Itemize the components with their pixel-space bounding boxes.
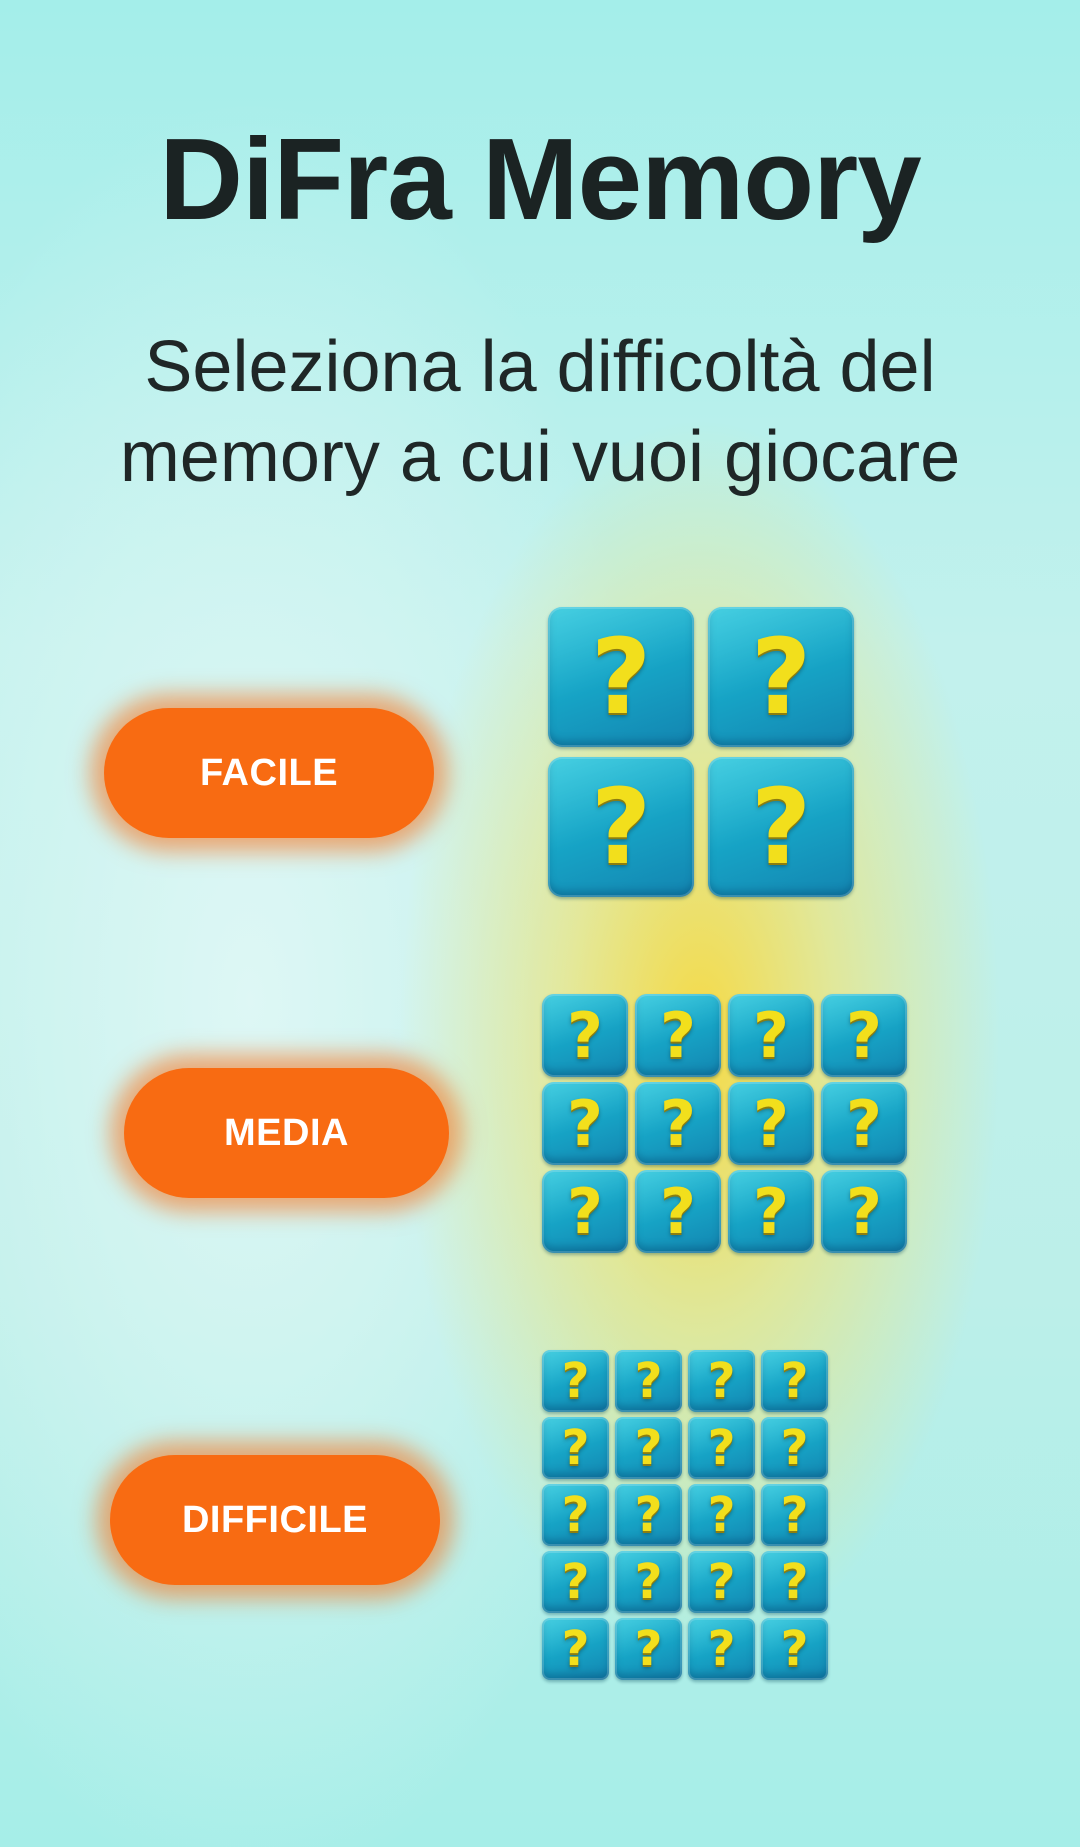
memory-card: ? <box>821 994 907 1077</box>
question-mark-icon: ? <box>750 766 812 888</box>
memory-card: ? <box>542 1082 628 1165</box>
question-mark-icon: ? <box>660 1086 696 1160</box>
question-mark-icon: ? <box>780 1487 809 1543</box>
question-mark-icon: ? <box>846 998 882 1072</box>
question-mark-icon: ? <box>567 1174 603 1248</box>
memory-card: ? <box>761 1551 828 1613</box>
app-title: DiFra Memory <box>159 114 922 244</box>
question-mark-icon: ? <box>753 1174 789 1248</box>
memory-card: ? <box>688 1618 755 1680</box>
memory-card: ? <box>821 1170 907 1253</box>
question-mark-icon: ? <box>567 998 603 1072</box>
question-mark-icon: ? <box>634 1487 663 1543</box>
question-mark-icon: ? <box>590 616 652 738</box>
memory-card: ? <box>548 757 694 897</box>
question-mark-icon: ? <box>561 1554 590 1610</box>
subtitle-line-2: memory a cui vuoi giocare <box>119 417 961 497</box>
memory-card: ? <box>615 1484 682 1546</box>
question-mark-icon: ? <box>590 766 652 888</box>
question-mark-icon: ? <box>780 1420 809 1476</box>
question-mark-icon: ? <box>634 1420 663 1476</box>
question-mark-icon: ? <box>753 1086 789 1160</box>
memory-card: ? <box>761 1484 828 1546</box>
media-button[interactable]: MEDIA <box>124 1068 449 1198</box>
facile-button[interactable]: FACILE <box>104 708 434 838</box>
question-mark-icon: ? <box>707 1353 736 1409</box>
question-mark-icon: ? <box>561 1420 590 1476</box>
question-mark-icon: ? <box>780 1621 809 1677</box>
question-mark-icon: ? <box>750 616 812 738</box>
facile-card-grid: ???? <box>548 607 854 897</box>
memory-card: ? <box>688 1350 755 1412</box>
question-mark-icon: ? <box>561 1353 590 1409</box>
question-mark-icon: ? <box>846 1174 882 1248</box>
difficile-button[interactable]: DIFFICILE <box>110 1455 440 1585</box>
memory-card: ? <box>542 1170 628 1253</box>
memory-card: ? <box>542 1484 609 1546</box>
subtitle: Seleziona la difficoltà del memory a cui… <box>60 322 1020 502</box>
memory-card: ? <box>615 1417 682 1479</box>
memory-card: ? <box>635 1170 721 1253</box>
question-mark-icon: ? <box>707 1621 736 1677</box>
memory-card: ? <box>761 1350 828 1412</box>
memory-card: ? <box>542 1551 609 1613</box>
question-mark-icon: ? <box>780 1353 809 1409</box>
question-mark-icon: ? <box>660 1174 696 1248</box>
media-card-grid: ???????????? <box>542 994 907 1253</box>
question-mark-icon: ? <box>660 998 696 1072</box>
question-mark-icon: ? <box>561 1621 590 1677</box>
memory-card: ? <box>542 994 628 1077</box>
difficile-card-grid: ???????????????????? <box>542 1350 828 1680</box>
memory-card: ? <box>548 607 694 747</box>
question-mark-icon: ? <box>567 1086 603 1160</box>
memory-card: ? <box>728 994 814 1077</box>
question-mark-icon: ? <box>634 1353 663 1409</box>
question-mark-icon: ? <box>634 1621 663 1677</box>
question-mark-icon: ? <box>846 1086 882 1160</box>
memory-card: ? <box>635 1082 721 1165</box>
memory-card: ? <box>615 1551 682 1613</box>
question-mark-icon: ? <box>634 1554 663 1610</box>
memory-card: ? <box>688 1417 755 1479</box>
memory-card: ? <box>635 994 721 1077</box>
memory-card: ? <box>728 1170 814 1253</box>
memory-card: ? <box>728 1082 814 1165</box>
memory-card: ? <box>688 1551 755 1613</box>
subtitle-line-1: Seleziona la difficoltà del <box>144 327 936 407</box>
question-mark-icon: ? <box>780 1554 809 1610</box>
question-mark-icon: ? <box>707 1487 736 1543</box>
question-mark-icon: ? <box>707 1420 736 1476</box>
memory-card: ? <box>542 1417 609 1479</box>
memory-card: ? <box>761 1618 828 1680</box>
question-mark-icon: ? <box>707 1554 736 1610</box>
memory-card: ? <box>708 757 854 897</box>
memory-card: ? <box>688 1484 755 1546</box>
memory-card: ? <box>761 1417 828 1479</box>
question-mark-icon: ? <box>561 1487 590 1543</box>
memory-card: ? <box>615 1350 682 1412</box>
memory-card: ? <box>821 1082 907 1165</box>
memory-card: ? <box>615 1618 682 1680</box>
memory-card: ? <box>542 1618 609 1680</box>
memory-card: ? <box>542 1350 609 1412</box>
question-mark-icon: ? <box>753 998 789 1072</box>
memory-card: ? <box>708 607 854 747</box>
